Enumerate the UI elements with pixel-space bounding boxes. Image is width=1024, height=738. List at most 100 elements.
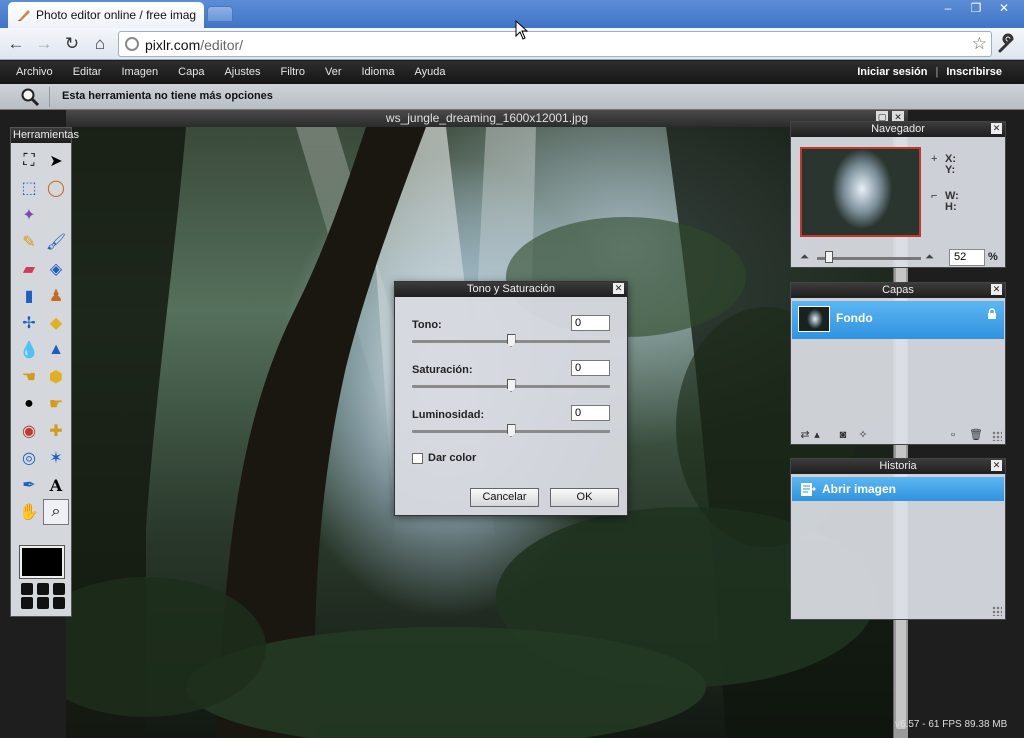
back-arrow-icon[interactable]: ← [6,34,26,54]
address-bar[interactable]: pixlr.com/editor/ ☆ [118,31,992,57]
burn-tool-icon[interactable]: ● [16,391,42,417]
zoom-slider-knob[interactable] [825,251,833,263]
color-swatch[interactable] [20,546,64,578]
hand-tool-icon[interactable]: ✋ [16,499,42,525]
lightness-input[interactable]: 0 [571,405,610,421]
menu-imagen[interactable]: Imagen [111,66,168,78]
sponge-tool-icon[interactable]: ⬢ [43,364,69,390]
history-resize-grip-icon[interactable] [992,606,1002,616]
wrench-icon[interactable] [996,33,1018,55]
preset-swatch[interactable] [21,597,33,609]
dialog-close-icon[interactable]: ✕ [613,283,624,294]
history-close-icon[interactable]: ✕ [991,460,1002,471]
colorize-checkbox[interactable] [412,453,423,464]
forward-arrow-icon[interactable]: → [34,34,54,54]
open-image-icon [801,483,816,496]
menu-filtro[interactable]: Filtro [271,66,315,78]
bookmark-star-icon[interactable]: ☆ [972,34,987,54]
eraser-tool-icon[interactable]: ▰ [16,256,42,282]
layer-settings-icon[interactable]: ⇄ [799,429,811,441]
dialog-title: Tono y Saturación [466,283,556,295]
clone-stamp-tool-icon[interactable]: ♟ [43,283,69,309]
menu-ver[interactable]: Ver [315,66,352,78]
saturation-input[interactable]: 0 [571,360,610,376]
preset-swatch[interactable] [53,597,65,609]
color-picker-tool-icon[interactable]: ✒ [16,472,42,498]
layer-mask-icon[interactable]: ◙ [837,429,849,441]
maximize-button[interactable]: ❐ [962,0,990,18]
signup-link[interactable]: Inscribirse [946,66,1002,78]
delete-layer-icon[interactable]: 🗑 [969,429,983,441]
move-tool-icon[interactable]: ➤ [43,148,69,174]
history-entry[interactable]: Abrir imagen [792,477,1004,501]
menu-ayuda[interactable]: Ayuda [405,66,456,78]
dialog-title-bar[interactable]: Tono y Saturación ✕ [395,282,627,297]
blur-tool-icon[interactable]: 💧 [16,337,42,363]
document-title-bar[interactable]: ws_jungle_dreaming_1600x12001.jpg ▢ ✕ [66,110,908,127]
new-tab-button[interactable] [207,6,233,22]
ok-button[interactable]: OK [550,488,619,507]
navigator-title-bar: Navegador ✕ [791,122,1005,137]
lightness-slider-knob[interactable] [506,424,516,437]
zoom-input[interactable]: 52 [949,249,985,266]
magnifier-icon [21,88,40,107]
navigator-title: Navegador [871,123,925,135]
pinch-tool-icon[interactable]: ✶ [43,445,69,471]
type-tool-icon[interactable]: A [43,472,69,498]
marquee-tool-icon[interactable]: ⬚ [16,175,42,201]
zoom-out-mountain-icon[interactable]: ⏶ [800,251,809,264]
layer-row[interactable]: Fondo [792,301,1004,339]
dodge-tool-icon[interactable]: ☛ [43,391,69,417]
saturation-slider-knob[interactable] [506,379,516,392]
color-replace-tool-icon[interactable]: ✢ [16,310,42,336]
navigator-thumbnail[interactable] [800,147,921,237]
menu-editar[interactable]: Editar [63,66,112,78]
hue-slider-knob[interactable] [506,334,516,347]
preset-swatch[interactable] [37,597,49,609]
zoom-tool-icon[interactable]: ⌕ [43,499,69,525]
lock-icon[interactable] [986,308,998,320]
sharpen-tool-icon[interactable]: ▲ [43,337,69,363]
menu-archivo[interactable]: Archivo [6,66,63,78]
crop-tool-icon[interactable]: ⛶ [16,148,42,174]
menu-idioma[interactable]: Idioma [351,66,404,78]
gradient-tool-icon[interactable]: ▮ [16,283,42,309]
menu-ajustes[interactable]: Ajustes [214,66,270,78]
brush-tool-icon[interactable]: 🖌 [43,229,69,255]
browser-tab[interactable]: Photo editor online / free imag [8,2,204,28]
navigator-close-icon[interactable]: ✕ [991,123,1002,134]
cancel-button[interactable]: Cancelar [470,488,539,507]
layer-style-icon[interactable]: ✧ [857,429,869,441]
pencil-tool-icon[interactable]: ✎ [16,229,42,255]
layer-thumbnail [798,306,830,332]
bloat-tool-icon[interactable]: ◎ [16,445,42,471]
minimize-button[interactable]: – [934,0,962,18]
tool-presets [21,583,67,609]
spot-heal-tool-icon[interactable]: ✚ [43,418,69,444]
url-path: /editor/ [200,37,244,53]
preset-swatch[interactable] [37,583,49,595]
home-icon[interactable]: ⌂ [90,34,110,54]
document-title: ws_jungle_dreaming_1600x12001.jpg [385,111,589,125]
reload-icon[interactable]: ↻ [62,34,82,54]
menu-capa[interactable]: Capa [168,66,214,78]
red-eye-tool-icon[interactable]: ◉ [16,418,42,444]
login-link[interactable]: Iniciar sesión [857,66,927,78]
hue-input[interactable]: 0 [571,315,610,331]
layer-settings-arrow-icon[interactable]: ▴ [811,429,823,441]
drawing-tool-icon[interactable]: ◆ [43,310,69,336]
zoom-in-mountain-icon[interactable]: ⏶ [925,251,934,264]
smudge-tool-icon[interactable]: ☚ [16,364,42,390]
layers-footer: ⇄ ▴ ◙ ✧ ▫ 🗑 [791,426,1005,444]
layers-close-icon[interactable]: ✕ [991,284,1002,295]
tools-panel: Herramientas ⛶ ➤ ⬚ ◯ ✦ ✎ 🖌 ▰ ◈ ▮ ♟ ✢ ◆ 💧… [10,127,79,617]
lasso-tool-icon[interactable]: ◯ [43,175,69,201]
preset-swatch[interactable] [53,583,65,595]
close-window-button[interactable]: ✕ [990,0,1018,18]
new-layer-icon[interactable]: ▫ [947,429,959,441]
preset-swatch[interactable] [21,583,33,595]
history-entry-label: Abrir imagen [822,482,897,496]
magic-wand-tool-icon[interactable]: ✦ [16,202,42,228]
resize-grip-icon[interactable] [992,431,1002,441]
paint-bucket-tool-icon[interactable]: ◈ [43,256,69,282]
